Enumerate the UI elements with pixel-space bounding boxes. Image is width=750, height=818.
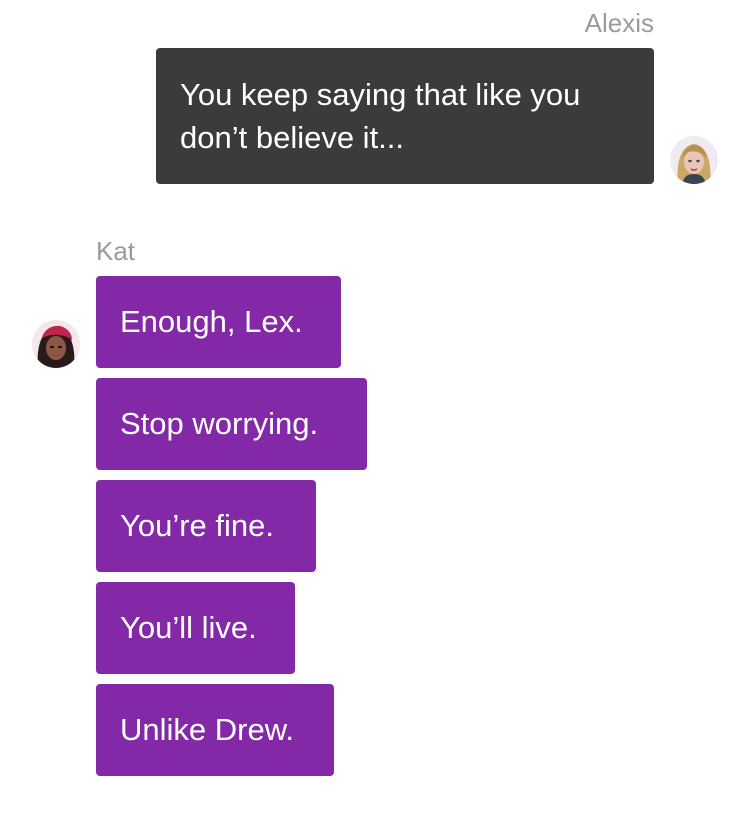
message-text: You keep saying that like you don’t beli…	[180, 77, 581, 155]
message-text: You’ll live.	[120, 610, 257, 645]
kat-avatar-icon[interactable]	[32, 320, 80, 368]
alexis-avatar-icon[interactable]	[670, 136, 718, 184]
message-bubble-incoming[interactable]: Enough, Lex.	[96, 276, 341, 368]
message-bubble-outgoing[interactable]: You keep saying that like you don’t beli…	[156, 48, 654, 184]
message-text: You’re fine.	[120, 508, 274, 543]
sender-name-kat: Kat	[96, 236, 136, 266]
message-text: Enough, Lex.	[120, 304, 303, 339]
message-bubble-incoming[interactable]: You’ll live.	[96, 582, 295, 674]
message-text: Unlike Drew.	[120, 712, 294, 747]
message-bubble-incoming[interactable]: You’re fine.	[96, 480, 316, 572]
message-bubble-incoming[interactable]: Unlike Drew.	[96, 684, 334, 776]
message-bubble-incoming[interactable]: Stop worrying.	[96, 378, 367, 470]
message-text: Stop worrying.	[120, 406, 319, 441]
sender-name-alexis: Alexis	[584, 8, 654, 38]
